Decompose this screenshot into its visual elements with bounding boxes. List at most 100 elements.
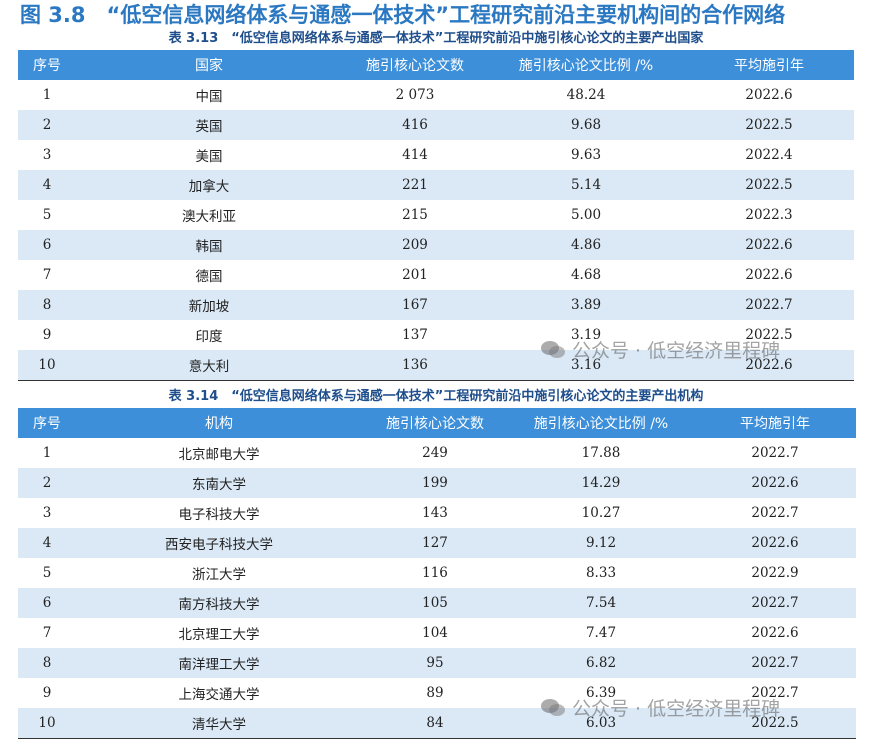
table-cell: 209 xyxy=(402,237,428,253)
table-row: 7 德国 201 4.68 2022.6 xyxy=(18,260,854,290)
table-cell: 48.24 xyxy=(566,87,606,103)
table-row: 4 西安电子科技大学 127 9.12 2022.6 xyxy=(18,528,856,558)
table-row: 4 加拿大 221 5.14 2022.5 xyxy=(18,170,854,200)
table-cell: 143 xyxy=(422,505,448,521)
table-cell: 2022.7 xyxy=(751,505,799,521)
table-cell: 8.33 xyxy=(585,565,617,581)
table-cell: 北京邮电大学 xyxy=(178,447,260,463)
institutions-table: 序号 机构 施引核心论文数 施引核心论文比例 /% 平均施引年 1 北京邮电大学 249 17… xyxy=(18,408,856,739)
table-cell: 3.89 xyxy=(570,297,602,313)
column-header: 序号 xyxy=(33,416,61,432)
table-cell: 4 xyxy=(42,177,52,193)
table-cell: 英国 xyxy=(195,119,223,135)
column-header: 平均施引年 xyxy=(734,58,804,74)
table-cell: 9.63 xyxy=(570,147,602,163)
table-cell: 4 xyxy=(42,535,52,551)
table-cell: 2022.6 xyxy=(751,475,799,491)
table-cell: 西安电子科技大学 xyxy=(165,537,273,553)
table-cell: 221 xyxy=(402,177,428,193)
table-cell: 6 xyxy=(42,237,52,253)
table-cell: 2022.6 xyxy=(751,535,799,551)
table-cell: 2 xyxy=(42,117,52,133)
table-cell: 9 xyxy=(42,685,52,701)
table-cell: 137 xyxy=(402,327,428,343)
table-row: 10 清华大学 84 6.03 2022.5 xyxy=(18,708,856,739)
table-cell: 2022.7 xyxy=(751,445,799,461)
table-cell: 6.39 xyxy=(585,685,617,701)
table-cell: 美国 xyxy=(195,149,223,165)
table-caption-countries: 表 3.13 “低空信息网络体系与通感一体技术”工程研究前沿中施引核心论文的主要… xyxy=(168,31,704,46)
table-row: 3 美国 414 9.63 2022.4 xyxy=(18,140,854,170)
table-row: 8 南洋理工大学 95 6.82 2022.7 xyxy=(18,648,856,678)
table-cell: 5 xyxy=(42,207,52,223)
table-cell: 127 xyxy=(422,535,448,551)
table-cell: 南洋理工大学 xyxy=(178,657,260,673)
table-cell: 2022.6 xyxy=(684,350,854,381)
table-cell: 2022.3 xyxy=(745,207,793,223)
table-cell: 89 xyxy=(426,685,444,701)
table-cell: 2 xyxy=(42,475,52,491)
table-cell: 1 xyxy=(42,445,52,461)
table-cell: 7 xyxy=(42,625,52,641)
table-cell: 韩国 xyxy=(195,239,223,255)
table-cell: 澳大利亚 xyxy=(182,209,236,225)
table-cell: 6.03 xyxy=(508,708,694,739)
table-row: 9 上海交通大学 89 6.39 2022.7 xyxy=(18,678,856,708)
table-row: 10 意大利 136 3.16 2022.6 xyxy=(18,350,854,381)
table-cell: 116 xyxy=(422,565,448,581)
column-header: 平均施引年 xyxy=(740,416,810,432)
table-row: 6 南方科技大学 105 7.54 2022.7 xyxy=(18,588,856,618)
table-cell: 2022.7 xyxy=(745,297,793,313)
table-caption-institutions: 表 3.14 “低空信息网络体系与通感一体技术”工程研究前沿中施引核心论文的主要… xyxy=(168,389,704,404)
table-cell: 8 xyxy=(42,297,52,313)
column-header: 施引核心论文比例 /% xyxy=(533,416,669,432)
table-cell: 意大利 xyxy=(76,350,342,381)
table-cell: 416 xyxy=(402,117,428,133)
table-cell: 2022.6 xyxy=(745,267,793,283)
column-header: 机构 xyxy=(205,416,233,432)
table-cell: 167 xyxy=(402,297,428,313)
figure-title: 图 3.8 “低空信息网络体系与通感一体技术”工程研究前沿主要机构间的合作网络 xyxy=(20,3,786,27)
table-cell: 215 xyxy=(402,207,428,223)
table-cell: 2022.7 xyxy=(751,655,799,671)
table-cell: 9 xyxy=(42,327,52,343)
table-cell: 南方科技大学 xyxy=(178,597,260,613)
table-cell: 清华大学 xyxy=(76,708,362,739)
table-cell: 2022.6 xyxy=(745,87,793,103)
table-cell: 德国 xyxy=(195,269,223,285)
table-cell: 2022.5 xyxy=(694,708,856,739)
table-row: 3 电子科技大学 143 10.27 2022.7 xyxy=(18,498,856,528)
table-cell: 9.12 xyxy=(585,535,617,551)
table-cell: 3.19 xyxy=(570,327,602,343)
table-cell: 3.16 xyxy=(488,350,684,381)
table-cell: 中国 xyxy=(195,89,223,105)
table-cell: 201 xyxy=(402,267,428,283)
table-cell: 9.68 xyxy=(570,117,602,133)
column-header: 施引核心论文比例 /% xyxy=(518,58,654,74)
table-cell: 加拿大 xyxy=(188,179,230,195)
table-cell: 北京理工大学 xyxy=(178,627,260,643)
table-cell: 6 xyxy=(42,595,52,611)
table-row: 5 澳大利亚 215 5.00 2022.3 xyxy=(18,200,854,230)
table-cell: 6.82 xyxy=(585,655,617,671)
table-cell: 10.27 xyxy=(581,505,621,521)
table-cell: 199 xyxy=(422,475,448,491)
table-header-row: 序号 机构 施引核心论文数 施引核心论文比例 /% 平均施引年 xyxy=(18,408,856,438)
table-cell: 4.68 xyxy=(570,267,602,283)
table-row: 6 韩国 209 4.86 2022.6 xyxy=(18,230,854,260)
table-cell: 2022.5 xyxy=(745,117,793,133)
table-cell: 3 xyxy=(42,147,52,163)
table-cell: 84 xyxy=(362,708,508,739)
table-cell: 2022.4 xyxy=(745,147,793,163)
column-header: 施引核心论文数 xyxy=(386,416,484,432)
table-cell: 104 xyxy=(422,625,448,641)
table-cell: 7.47 xyxy=(585,625,617,641)
table-cell: 浙江大学 xyxy=(192,567,246,583)
table-row: 7 北京理工大学 104 7.47 2022.6 xyxy=(18,618,856,648)
table-cell: 2022.7 xyxy=(751,685,799,701)
table-cell: 2022.9 xyxy=(751,565,799,581)
table-row: 1 中国 2 073 48.24 2022.6 xyxy=(18,80,854,110)
table-cell: 电子科技大学 xyxy=(178,507,260,523)
table-cell: 2 073 xyxy=(395,87,435,103)
table-row: 1 北京邮电大学 249 17.88 2022.7 xyxy=(18,438,856,468)
